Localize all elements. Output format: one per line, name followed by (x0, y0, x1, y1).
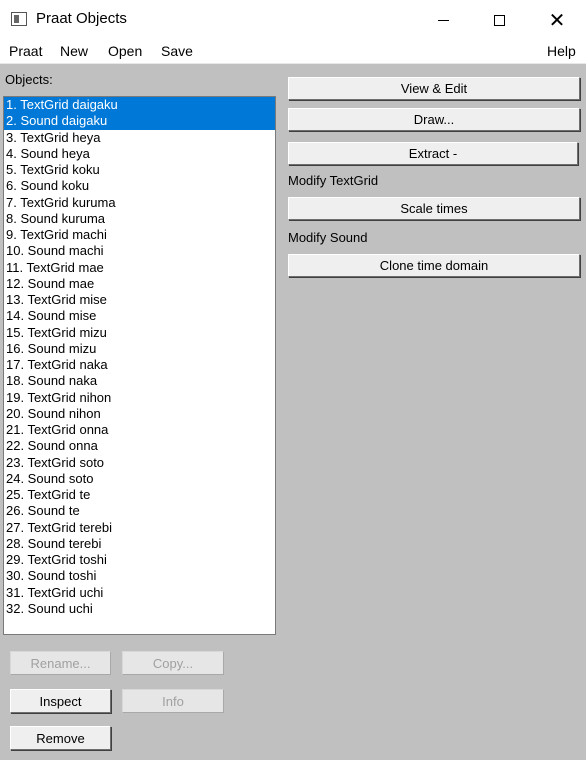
list-item[interactable]: 18. Sound naka (4, 373, 275, 389)
list-item[interactable]: 28. Sound terebi (4, 536, 275, 552)
list-item[interactable]: 21. TextGrid onna (4, 422, 275, 438)
list-item[interactable]: 3. TextGrid heya (4, 130, 275, 146)
scale-times-button[interactable]: Scale times (288, 197, 580, 220)
list-item[interactable]: 8. Sound kuruma (4, 211, 275, 227)
view-edit-button[interactable]: View & Edit (288, 77, 580, 100)
extract-button[interactable]: Extract - (288, 142, 578, 165)
praat-app-icon (11, 12, 27, 26)
list-item[interactable]: 16. Sound mizu (4, 341, 275, 357)
menu-new[interactable]: New (60, 43, 88, 59)
list-item[interactable]: 29. TextGrid toshi (4, 552, 275, 568)
list-item[interactable]: 30. Sound toshi (4, 568, 275, 584)
list-item[interactable]: 11. TextGrid mae (4, 260, 275, 276)
minimize-button[interactable] (420, 0, 466, 40)
list-item[interactable]: 25. TextGrid te (4, 487, 275, 503)
info-button[interactable]: Info (122, 689, 224, 713)
list-item[interactable]: 32. Sound uchi (4, 601, 275, 617)
rename-button[interactable]: Rename... (10, 651, 111, 675)
list-item[interactable]: 12. Sound mae (4, 276, 275, 292)
maximize-icon (493, 14, 505, 26)
list-item[interactable]: 4. Sound heya (4, 146, 275, 162)
modify-sound-label: Modify Sound (288, 230, 368, 245)
list-item[interactable]: 15. TextGrid mizu (4, 325, 275, 341)
objects-label: Objects: (5, 72, 53, 87)
remove-button[interactable]: Remove (10, 726, 111, 750)
list-item[interactable]: 13. TextGrid mise (4, 292, 275, 308)
maximize-button[interactable] (476, 0, 522, 40)
close-icon: ✕ (548, 9, 566, 32)
list-item[interactable]: 19. TextGrid nihon (4, 390, 275, 406)
close-button[interactable]: ✕ (534, 0, 580, 40)
list-item[interactable]: 10. Sound machi (4, 243, 275, 259)
objects-list[interactable]: 1. TextGrid daigaku 2. Sound daigaku 3. Te… (3, 96, 276, 635)
menu-open[interactable]: Open (108, 43, 142, 59)
list-item[interactable]: 17. TextGrid naka (4, 357, 275, 373)
list-item[interactable]: 7. TextGrid kuruma (4, 195, 275, 211)
menu-help[interactable]: Help (547, 43, 576, 59)
modify-textgrid-label: Modify TextGrid (288, 173, 379, 188)
clone-time-domain-button[interactable]: Clone time domain (288, 254, 580, 277)
list-item[interactable]: 23. TextGrid soto (4, 455, 275, 471)
copy-button[interactable]: Copy... (122, 651, 224, 675)
list-item[interactable]: 9. TextGrid machi (4, 227, 275, 243)
list-item[interactable]: 6. Sound koku (4, 178, 275, 194)
list-item[interactable]: 2. Sound daigaku (4, 113, 275, 130)
list-item[interactable]: 24. Sound soto (4, 471, 275, 487)
list-item[interactable]: 20. Sound nihon (4, 406, 275, 422)
list-item[interactable]: 14. Sound mise (4, 308, 275, 324)
list-item[interactable]: 1. TextGrid daigaku (4, 97, 275, 114)
list-item[interactable]: 5. TextGrid koku (4, 162, 275, 178)
inspect-button[interactable]: Inspect (10, 689, 111, 713)
list-item[interactable]: 26. Sound te (4, 503, 275, 519)
list-item[interactable]: 27. TextGrid terebi (4, 520, 275, 536)
menu-save[interactable]: Save (161, 43, 193, 59)
window-title: Praat Objects (36, 10, 127, 27)
menu-bar: Praat New Open Save Help (0, 40, 586, 64)
draw-button[interactable]: Draw... (288, 108, 580, 131)
minimize-icon (437, 19, 449, 21)
list-item[interactable]: 31. TextGrid uchi (4, 585, 275, 601)
list-item[interactable]: 22. Sound onna (4, 438, 275, 454)
title-bar: Praat Objects ✕ (0, 0, 586, 40)
menu-praat[interactable]: Praat (9, 43, 42, 59)
